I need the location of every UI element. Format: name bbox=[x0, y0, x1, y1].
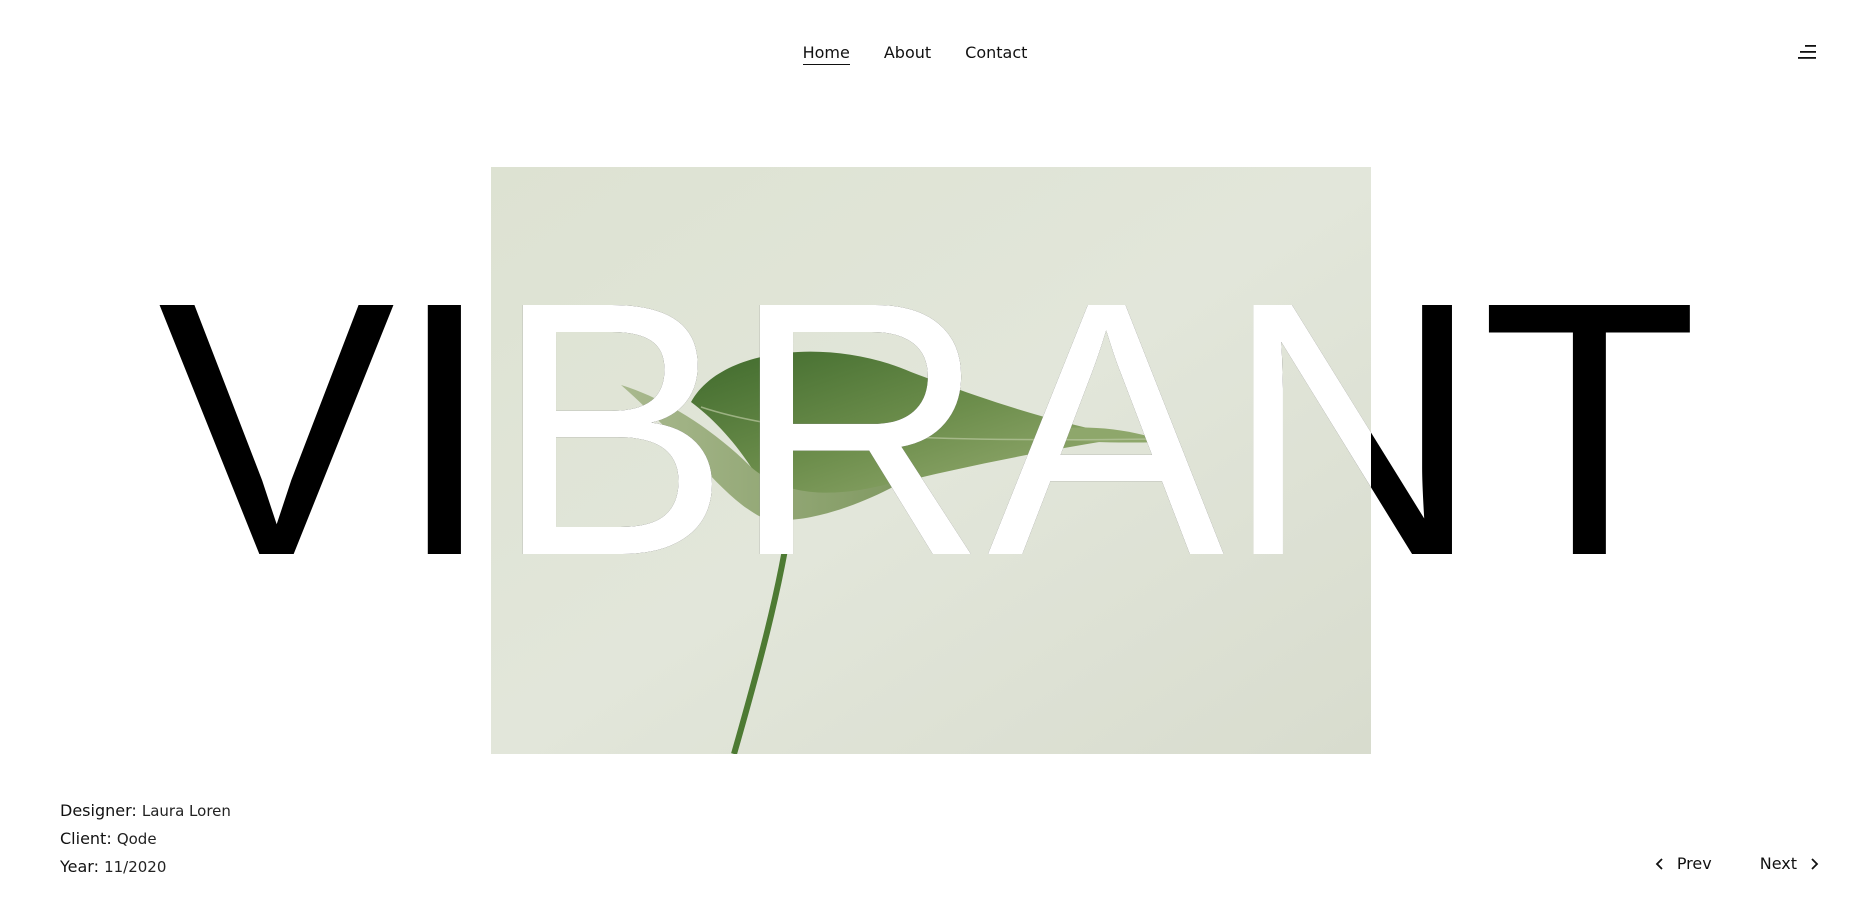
nav-about-link[interactable]: About bbox=[884, 42, 931, 65]
project-details: Designer: Laura Loren Client: Qode Year:… bbox=[60, 797, 231, 881]
chevron-right-icon bbox=[1811, 857, 1819, 870]
client-label: Client: bbox=[60, 829, 112, 848]
next-label: Next bbox=[1759, 854, 1797, 873]
client-value: Qode bbox=[116, 830, 157, 848]
designer-label: Designer: bbox=[60, 801, 137, 820]
nav-contact-link[interactable]: Contact bbox=[965, 42, 1027, 65]
designer-value: Laura Loren bbox=[141, 802, 231, 820]
client-row: Client: Qode bbox=[60, 825, 231, 853]
year-row: Year: 11/2020 bbox=[60, 853, 231, 881]
year-value: 11/2020 bbox=[104, 858, 167, 876]
year-label: Year: bbox=[60, 857, 99, 876]
chevron-left-icon bbox=[1655, 857, 1663, 870]
prev-label: Prev bbox=[1676, 854, 1712, 873]
hero-leaf-image bbox=[491, 167, 1371, 754]
designer-row: Designer: Laura Loren bbox=[60, 797, 231, 825]
project-pager: Prev Next bbox=[1655, 854, 1819, 873]
prev-button[interactable]: Prev bbox=[1655, 854, 1712, 873]
main-navigation: Home About Contact bbox=[0, 42, 1843, 65]
hamburger-menu-icon[interactable] bbox=[1798, 44, 1818, 60]
hamburger-icon-graphic bbox=[1798, 45, 1816, 59]
nav-home-link[interactable]: Home bbox=[802, 42, 850, 65]
next-button[interactable]: Next bbox=[1760, 854, 1819, 873]
